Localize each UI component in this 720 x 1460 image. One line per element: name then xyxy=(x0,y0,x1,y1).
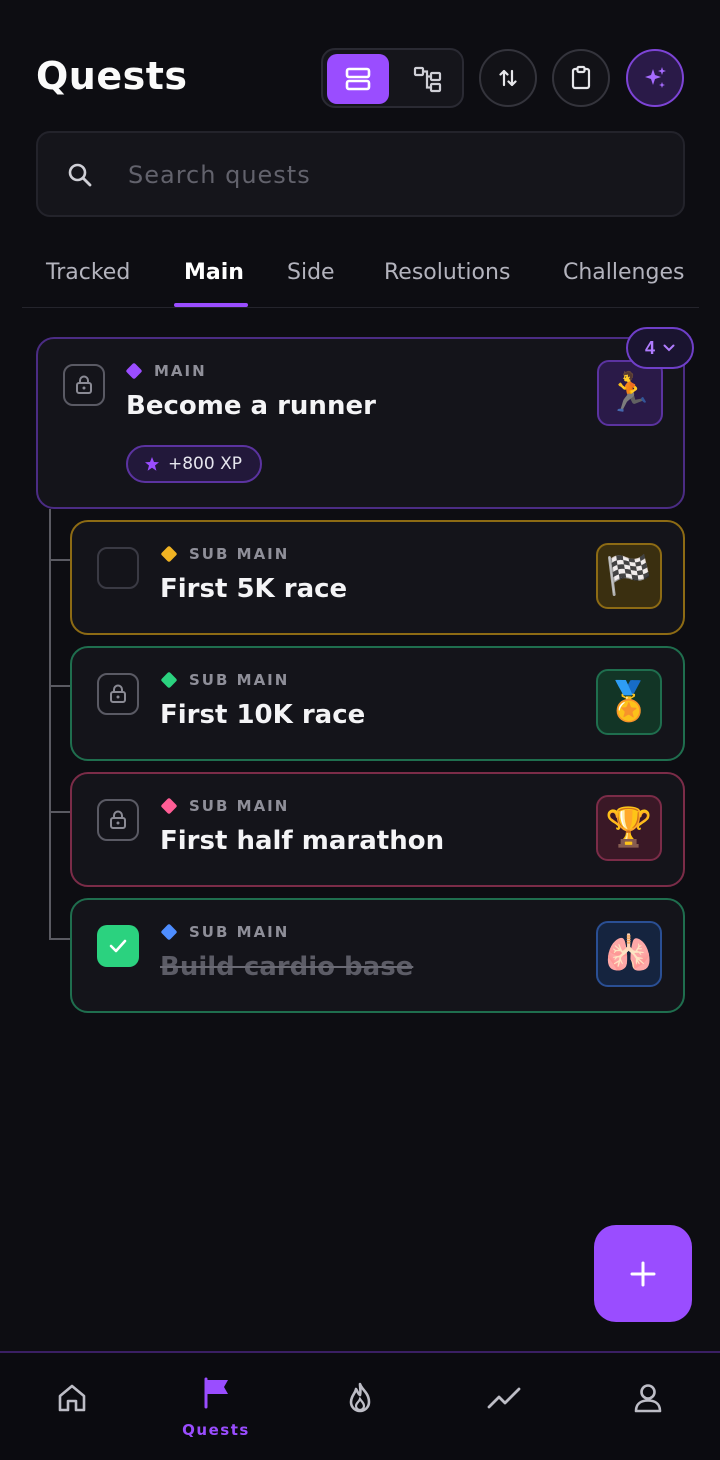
sort-icon xyxy=(499,69,517,87)
xp-badge: +800 XP xyxy=(126,445,262,483)
search-input[interactable] xyxy=(128,153,648,197)
tree-view-icon xyxy=(413,66,442,93)
lock-icon xyxy=(76,375,92,394)
main-quest-card[interactable]: MAIN Become a runner +800 XP 🏃 xyxy=(36,337,685,509)
quest-checkbox-checked[interactable] xyxy=(97,925,139,967)
tree-connector xyxy=(49,509,51,940)
flame-icon xyxy=(349,1382,371,1413)
search-bar xyxy=(36,131,685,217)
nav-stats[interactable] xyxy=(432,1353,576,1460)
nav-home[interactable] xyxy=(0,1353,144,1460)
sub-diamond-icon xyxy=(160,797,178,815)
quest-emoji: 🏁 xyxy=(596,543,662,609)
quest-checkbox[interactable] xyxy=(97,547,139,589)
clipboard-button[interactable] xyxy=(552,49,610,107)
lock-icon xyxy=(110,684,126,703)
home-icon xyxy=(58,1384,86,1412)
subquest-count: 4 xyxy=(644,337,655,358)
quest-title: First 10K race xyxy=(160,700,366,730)
add-quest-button[interactable] xyxy=(594,1225,692,1322)
sort-button[interactable] xyxy=(479,49,537,107)
quest-emoji: 🏅 xyxy=(596,669,662,735)
subquest-count-toggle[interactable]: 4 xyxy=(626,327,694,369)
tree-branch xyxy=(49,559,70,561)
quest-emoji: 🫁 xyxy=(596,921,662,987)
quest-lock xyxy=(63,364,105,406)
search-icon xyxy=(68,163,92,187)
quest-title: Become a runner xyxy=(126,391,376,421)
list-view-button[interactable] xyxy=(327,54,389,104)
quest-lock xyxy=(97,799,139,841)
sub-diamond-icon xyxy=(160,545,178,563)
tree-branch xyxy=(49,938,70,940)
trend-icon xyxy=(487,1387,521,1409)
sub-quest-card[interactable]: SUB MAIN First half marathon 🏆 xyxy=(70,772,685,887)
quest-tag: SUB MAIN xyxy=(189,545,290,563)
xp-value: +800 XP xyxy=(168,454,242,474)
quest-tag: MAIN xyxy=(154,362,207,380)
lock-icon xyxy=(110,810,126,829)
chevron-down-icon xyxy=(663,344,675,352)
list-view-icon xyxy=(345,67,371,91)
ai-sparkle-button[interactable] xyxy=(626,49,684,107)
quest-tabs: Tracked Main Side Resolutions Challenges xyxy=(22,248,699,308)
sub-diamond-icon xyxy=(160,923,178,941)
sub-diamond-icon xyxy=(160,671,178,689)
quest-tag: SUB MAIN xyxy=(189,923,290,941)
quest-tag: SUB MAIN xyxy=(189,797,290,815)
tab-resolutions[interactable]: Resolutions xyxy=(384,260,510,285)
profile-icon xyxy=(634,1384,662,1413)
nav-quests[interactable]: Quests xyxy=(144,1353,288,1460)
bottom-nav: Quests xyxy=(0,1351,720,1460)
quest-lock xyxy=(97,673,139,715)
tab-side[interactable]: Side xyxy=(287,260,335,285)
nav-label-quests: Quests xyxy=(182,1421,250,1439)
sub-quest-card[interactable]: SUB MAIN First 10K race 🏅 xyxy=(70,646,685,761)
flag-icon xyxy=(204,1377,228,1409)
sub-quest-card[interactable]: SUB MAIN Build cardio base 🫁 xyxy=(70,898,685,1013)
header: Quests xyxy=(36,48,686,108)
nav-profile[interactable] xyxy=(576,1353,720,1460)
tab-tracked[interactable]: Tracked xyxy=(46,260,130,285)
quest-tag: SUB MAIN xyxy=(189,671,290,689)
checkmark-icon xyxy=(109,939,127,953)
quest-title: First 5K race xyxy=(160,574,348,604)
main-diamond-icon xyxy=(125,362,143,380)
quest-title: First half marathon xyxy=(160,826,445,856)
tree-view-button[interactable] xyxy=(397,54,459,104)
tree-branch xyxy=(49,811,70,813)
quest-emoji: 🏃 xyxy=(597,360,663,426)
active-tab-indicator xyxy=(174,303,248,307)
star-icon xyxy=(145,457,159,471)
clipboard-icon xyxy=(571,65,591,90)
view-toggle xyxy=(321,48,464,108)
sparkle-icon xyxy=(645,67,666,88)
page-title: Quests xyxy=(36,54,188,98)
quest-title: Build cardio base xyxy=(160,952,414,982)
tree-branch xyxy=(49,685,70,687)
tab-main[interactable]: Main xyxy=(184,260,244,285)
quest-emoji: 🏆 xyxy=(596,795,662,861)
nav-streaks[interactable] xyxy=(288,1353,432,1460)
tab-challenges[interactable]: Challenges xyxy=(563,260,684,285)
plus-icon xyxy=(630,1261,656,1286)
sub-quest-card[interactable]: SUB MAIN First 5K race 🏁 xyxy=(70,520,685,635)
